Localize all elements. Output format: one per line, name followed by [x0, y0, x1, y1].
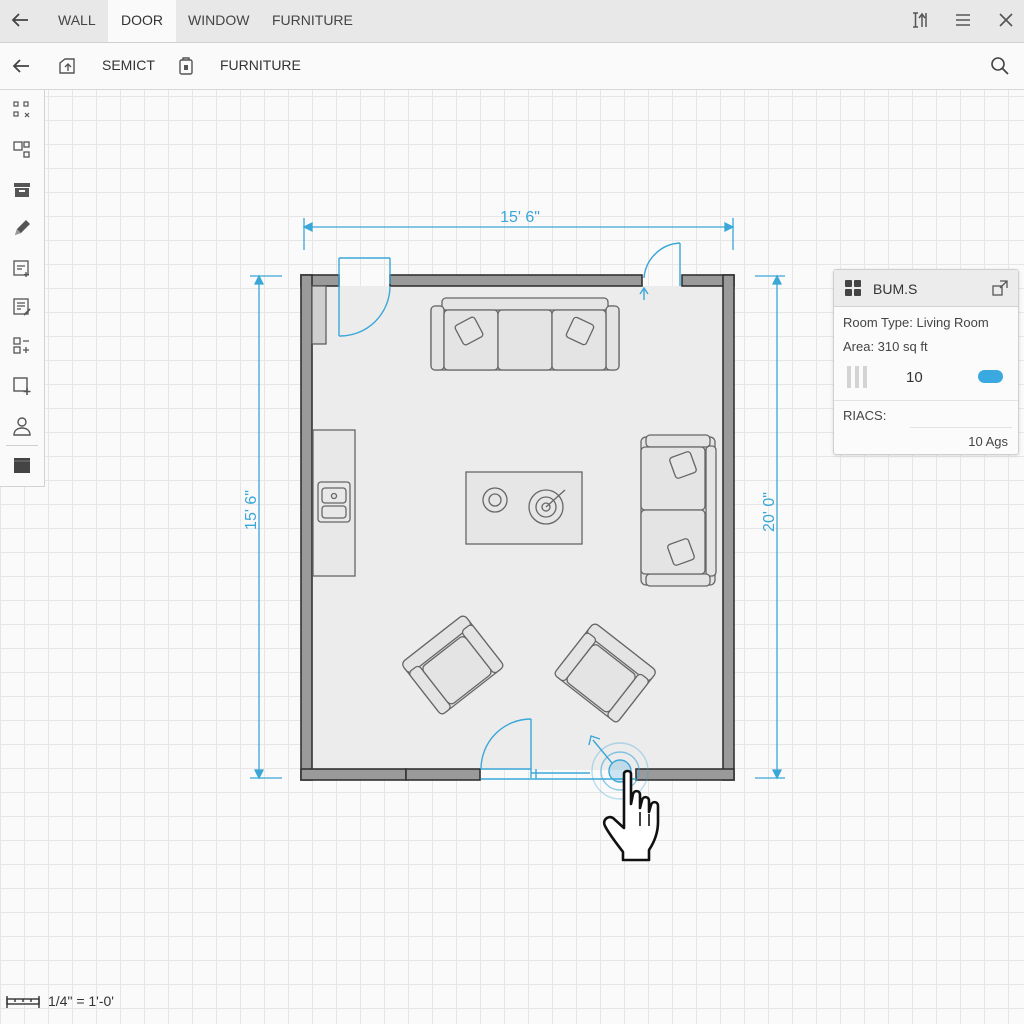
- properties-panel: BUM.S Room Type: Living Room Area: 310 s…: [833, 269, 1019, 455]
- wall-column[interactable]: [311, 285, 327, 345]
- area-text: Area: 310 sq ft: [843, 339, 928, 354]
- panel-title: BUM.S: [873, 281, 918, 297]
- scale-text: 1/4" = 1'-0': [48, 993, 114, 1009]
- sofa-top[interactable]: [430, 297, 620, 371]
- section-label: RIACS:: [843, 408, 887, 423]
- scale-ruler-icon: [6, 994, 40, 1010]
- slider-handle-icon[interactable]: [846, 365, 872, 389]
- panel-divider: [834, 400, 1018, 401]
- grid-icon: [844, 279, 862, 297]
- panel-divider-short: [910, 427, 1012, 428]
- dimension-left-label: 15' 6": [243, 490, 260, 530]
- sofa-right[interactable]: [640, 434, 717, 587]
- toggle-switch[interactable]: [978, 370, 1003, 383]
- floor-plan-canvas[interactable]: 15' 6" 15' 6" 20' 0": [0, 0, 1024, 1024]
- hand-pointer-icon: [602, 769, 660, 862]
- panel-header: BUM.S: [834, 270, 1018, 307]
- dimension-right-label: 20' 0": [761, 492, 778, 532]
- pop-out-icon[interactable]: [991, 279, 1009, 297]
- room-type-text: Room Type: Living Room: [843, 315, 989, 330]
- footer-value: 10 Ags: [968, 434, 1008, 449]
- kitchen-counter[interactable]: [312, 429, 356, 577]
- slider-value[interactable]: 10: [906, 369, 923, 386]
- coffee-table[interactable]: [465, 471, 583, 545]
- dimension-top-label: 15' 6": [500, 209, 540, 226]
